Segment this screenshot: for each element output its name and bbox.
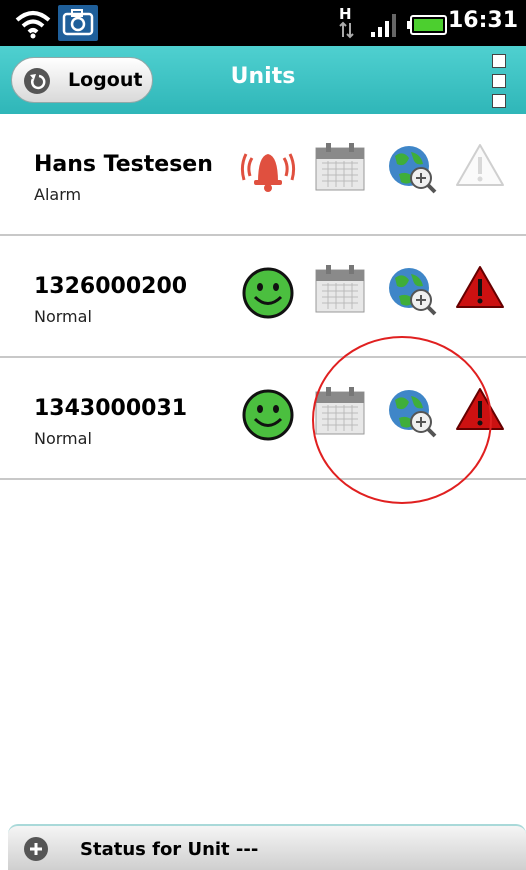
overflow-menu-button[interactable] [484,52,514,110]
unit-status: Alarm [34,185,82,204]
wifi-icon [15,11,51,39]
smiley-icon[interactable] [240,264,296,322]
unit-status: Normal [34,429,92,448]
unit-name: 1343000031 [34,396,188,421]
annotation-circle [312,336,492,504]
globe-search-icon[interactable] [385,264,437,316]
battery-icon [407,15,447,35]
unit-name: Hans Testesen [34,152,213,177]
status-bar: H 16:31 [0,0,526,46]
unit-status: Normal [34,307,92,326]
warning-icon[interactable] [454,142,506,188]
unit-status-bar[interactable]: Status for Unit --- [8,824,526,870]
calendar-icon[interactable] [314,264,366,314]
menu-dot-icon [492,94,506,108]
network-type-label: H [339,5,352,23]
unit-name: 1326000200 [34,274,188,299]
alarm-bell-icon[interactable] [240,142,296,200]
network-type-icon: H [339,5,354,39]
plus-icon [24,837,48,861]
unit-row[interactable]: Hans Testesen Alarm [0,114,526,236]
menu-dot-icon [492,54,506,68]
title-bar: Logout Units [0,46,526,114]
warning-icon[interactable] [454,264,506,310]
camera-notification-icon [58,5,98,41]
calendar-icon[interactable] [314,142,366,192]
menu-dot-icon [492,74,506,88]
page-title: Units [230,64,296,89]
globe-search-icon[interactable] [385,142,437,194]
unit-row[interactable]: 1326000200 Normal [0,236,526,358]
smiley-icon[interactable] [240,386,296,444]
signal-strength-icon [371,14,396,37]
unit-status-label: Status for Unit --- [80,839,259,860]
clock: 16:31 [447,8,518,33]
